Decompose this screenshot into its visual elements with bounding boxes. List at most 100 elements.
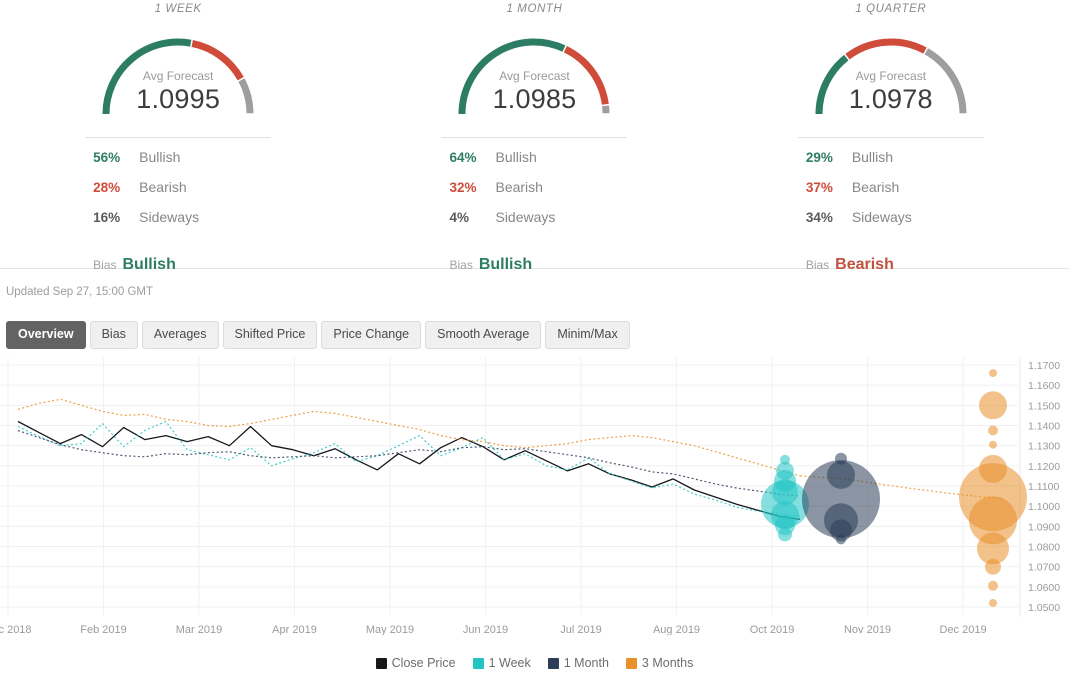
sideways-percent: 16%	[93, 210, 121, 225]
stat-row-bearish: 32% Bearish	[441, 179, 627, 209]
legend-swatch-icon	[472, 657, 484, 669]
y-axis-tick-label: 1.0800	[1028, 542, 1060, 554]
forecast-bubble[interactable]	[989, 369, 997, 378]
x-axis-tick-label: Nov 2019	[844, 624, 891, 635]
gauge-segment-bullish	[815, 54, 849, 115]
gauge-segment-bearish	[191, 39, 244, 81]
bias-value: Bullish	[122, 256, 176, 273]
forecast-bubble[interactable]	[985, 558, 1001, 575]
forecast-card-1-month: 1 MONTH Avg Forecast 1.0985 64% Bullish …	[356, 2, 712, 273]
y-axis-tick-label: 1.1400	[1028, 421, 1060, 433]
stat-row-bullish: 29% Bullish	[798, 149, 984, 179]
y-axis-tick-label: 1.1000	[1028, 501, 1060, 513]
legend-label: 3 Months	[641, 656, 694, 670]
y-axis-tick-label: 1.1100	[1028, 481, 1059, 493]
x-axis-tick-label: Feb 2019	[80, 624, 126, 635]
gauge-segment-bearish	[845, 38, 927, 60]
y-axis-tick-label: 1.0600	[1028, 582, 1060, 594]
bias-label: Bias	[449, 258, 473, 272]
bias-value: Bullish	[478, 256, 533, 273]
x-axis-tick-label: May 2019	[366, 624, 414, 635]
gauge-1-week: Avg Forecast 1.0995	[85, 17, 271, 121]
forecast-chart[interactable]: 1.1700 1.1600 1.1500 1.1400 1.1300 1.1200 1.11…	[0, 355, 1069, 655]
sideways-percent: 4%	[449, 210, 469, 225]
stat-row-bullish: 64% Bullish	[441, 149, 627, 179]
updated-strip: Updated Sep 27, 15:00 GMT	[0, 269, 1069, 315]
forecast-bubble[interactable]	[989, 440, 997, 449]
forecast-bubble[interactable]	[988, 580, 998, 591]
sideways-label: Sideways	[851, 209, 912, 225]
chart-bubbles-group	[761, 369, 1027, 607]
forecast-bubble[interactable]	[778, 527, 792, 542]
tab-price-change[interactable]: Price Change	[321, 321, 422, 349]
legend-item-1-week[interactable]: 1 Week	[472, 656, 531, 670]
gauge-arc-svg	[458, 38, 610, 115]
stats-block: 56% Bullish 28% Bearish 16% Sideways	[85, 137, 272, 239]
tab-smooth-average[interactable]: Smooth Average	[425, 321, 542, 349]
legend-item-close-price[interactable]: Close Price	[375, 656, 456, 670]
legend-swatch-icon	[625, 657, 637, 669]
gauge-1-month: Avg Forecast 1.0985	[441, 17, 627, 121]
bullish-percent: 64%	[449, 150, 477, 165]
bias-value: Bearish	[835, 256, 894, 273]
x-axis-tick-label: Jul 2019	[560, 624, 602, 635]
stat-row-sideways: 16% Sideways	[85, 209, 271, 239]
y-axis-tick-label: 1.1700	[1028, 360, 1060, 372]
bullish-percent: 56%	[93, 150, 121, 165]
legend-label: Close Price	[391, 656, 456, 670]
bias-label: Bias	[805, 258, 830, 272]
tab-averages[interactable]: Averages	[141, 321, 219, 349]
bias-row: Bias Bullish	[85, 256, 271, 274]
bullish-label: Bullish	[495, 149, 537, 165]
legend-item-3-months[interactable]: 3 Months	[625, 656, 694, 670]
chart-yaxis-group: 1.1700 1.1600 1.1500 1.1400 1.1300 1.1200 1.11…	[1028, 360, 1060, 614]
y-axis-tick-label: 1.1500	[1028, 400, 1060, 412]
stat-row-sideways: 4% Sideways	[441, 209, 627, 239]
chart-tabs: Overview Bias Averages Shifted Price Pri…	[0, 315, 1069, 355]
series-line-1-week	[17, 420, 801, 517]
gauge-arc-group-2	[815, 38, 967, 115]
series-line-3-months	[17, 398, 801, 477]
bearish-percent: 37%	[805, 180, 833, 195]
legend-label: 1 Week	[488, 656, 531, 670]
forecast-bubble[interactable]	[979, 391, 1007, 420]
card-title: 1 MONTH	[506, 3, 563, 15]
stats-block: 64% Bullish 32% Bearish 4% Sideways	[441, 137, 628, 239]
x-axis-tick-label: Aug 2019	[653, 624, 700, 635]
series-line-close-price	[17, 420, 801, 520]
gauge-arc-group-0	[102, 38, 254, 115]
stats-block: 29% Bullish 37% Bearish 34% Sideways	[797, 137, 984, 239]
legend-label: 1 Month	[563, 656, 609, 670]
forecast-bubble[interactable]	[988, 425, 998, 436]
legend-item-1-month[interactable]: 1 Month	[547, 656, 609, 670]
gauge-arc-svg	[102, 38, 254, 115]
tab-overview[interactable]: Overview	[6, 321, 86, 349]
sideways-percent: 34%	[805, 210, 833, 225]
tab-minim-max[interactable]: Minim/Max	[545, 321, 630, 349]
gauge-arc-svg	[815, 38, 967, 115]
forecast-card-1-quarter: 1 QUARTER Avg Forecast 1.0978 29% Bullis…	[713, 2, 1069, 273]
sideways-label: Sideways	[139, 209, 200, 225]
chart-legend: Close Price 1 Week 1 Month 3 Months	[0, 653, 1069, 673]
x-axis-tick-label: Apr 2019	[272, 624, 317, 635]
legend-swatch-icon	[375, 657, 387, 669]
bias-row: Bias Bearish	[798, 256, 984, 274]
bullish-label: Bullish	[139, 149, 181, 165]
forecast-bubble[interactable]	[836, 534, 846, 545]
updated-timestamp: Updated Sep 27, 15:00 GMT	[6, 286, 154, 298]
bearish-percent: 32%	[449, 180, 477, 195]
stat-row-bullish: 56% Bullish	[85, 149, 271, 179]
y-axis-tick-label: 1.0500	[1028, 602, 1060, 614]
tab-bias[interactable]: Bias	[89, 321, 138, 349]
y-axis-tick-label: 1.1600	[1028, 380, 1060, 392]
bearish-label: Bearish	[495, 179, 543, 195]
x-axis-tick-label: Oct 2019	[750, 624, 795, 635]
gauge-1-quarter: Avg Forecast 1.0978	[798, 17, 984, 121]
card-title: 1 WEEK	[154, 3, 202, 15]
tab-shifted-price[interactable]: Shifted Price	[222, 321, 318, 349]
legend-swatch-icon	[547, 657, 559, 669]
forecast-bubble[interactable]	[989, 599, 997, 607]
bullish-label: Bullish	[851, 149, 894, 165]
y-axis-tick-label: 1.0700	[1028, 562, 1060, 574]
card-title: 1 QUARTER	[855, 3, 927, 15]
